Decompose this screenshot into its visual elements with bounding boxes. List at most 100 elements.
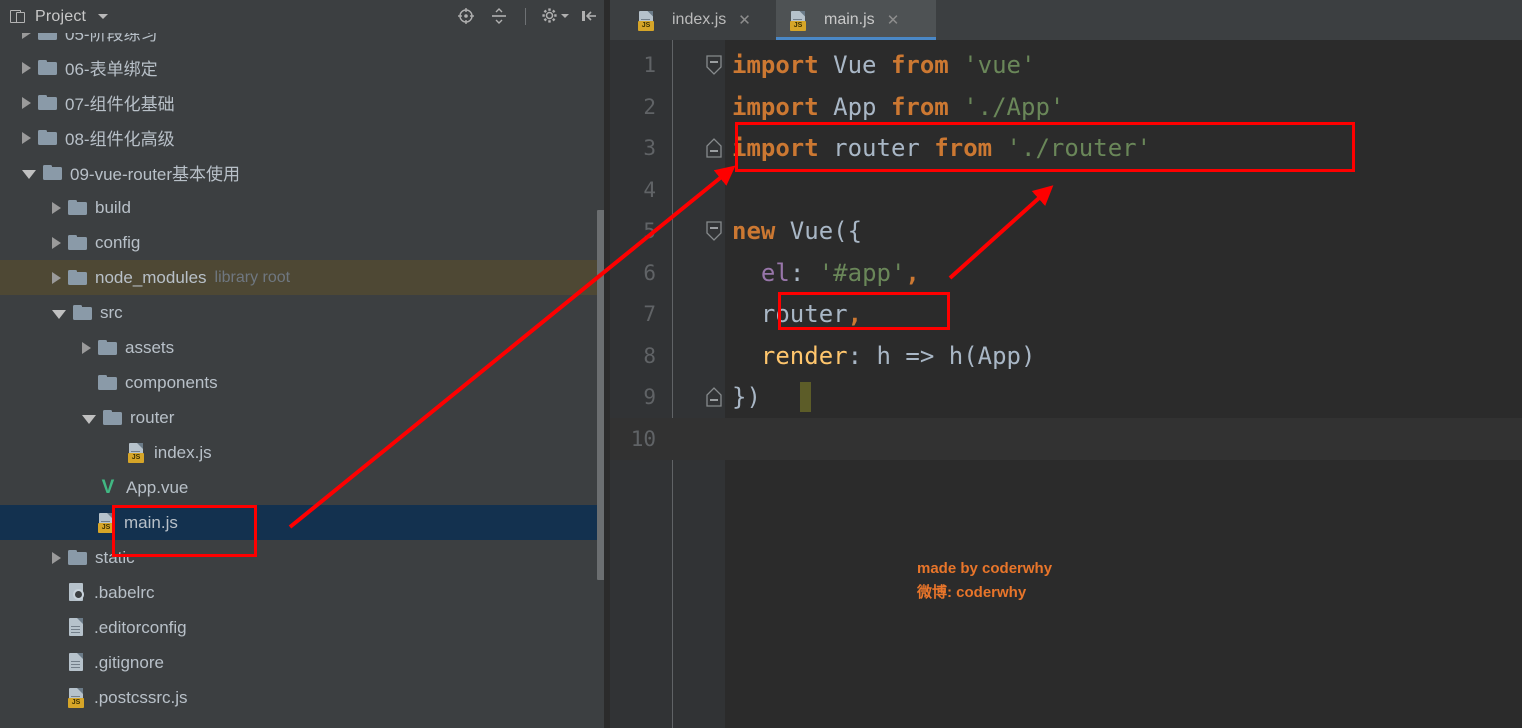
line-number: 1: [643, 53, 656, 77]
project-icon: [10, 9, 27, 25]
folder-icon: [43, 165, 62, 180]
close-icon[interactable]: ✕: [738, 13, 751, 28]
collapse-arrow-icon[interactable]: [52, 309, 66, 319]
collapse-arrow-icon[interactable]: [22, 169, 36, 179]
code-line[interactable]: 4: [610, 169, 1522, 211]
tree-row[interactable]: JS .postcssrc.js: [0, 680, 604, 715]
tree-row-label: App.vue: [126, 477, 189, 497]
tree-row-label: 08-组件化高级: [65, 130, 175, 149]
folder-icon: [38, 60, 57, 75]
close-icon[interactable]: ✕: [887, 13, 900, 28]
tree-row[interactable]: src: [0, 295, 604, 330]
tree-row-label: .postcssrc.js: [94, 687, 188, 707]
tree-row[interactable]: V App.vue: [0, 470, 604, 505]
code-token: new: [732, 217, 776, 245]
project-tree[interactable]: 05-阶段练习 06-表单绑定 07-组件化基础 08-组件化高级 09-vue-rou…: [0, 33, 610, 728]
tree-row[interactable]: build: [0, 190, 604, 225]
tree-row[interactable]: static: [0, 540, 604, 575]
code-text: import router from './router': [732, 134, 1151, 162]
tree-row[interactable]: 07-组件化基础: [0, 85, 604, 120]
locate-in-tree-icon[interactable]: [457, 7, 477, 27]
watermark: made by coderwhy 微博: coderwhy: [917, 557, 1052, 605]
tree-row[interactable]: 05-阶段练习: [0, 33, 604, 50]
code-fold-icon[interactable]: [704, 137, 724, 159]
ide-window: Project 05-阶段练习 06-表单绑定 07-组件化基础 08-组件化高…: [0, 0, 1522, 728]
collapse-arrow-icon[interactable]: [82, 414, 96, 424]
tree-row[interactable]: .gitignore: [0, 645, 604, 680]
folder-icon: [38, 33, 57, 40]
editor-tab-index-js[interactable]: JS index.js ✕: [624, 0, 776, 40]
code-fold-icon[interactable]: [704, 386, 724, 408]
tree-row-label: node_modules: [95, 267, 207, 287]
tree-row-label: 07-组件化基础: [65, 95, 175, 114]
text-file-icon: [68, 618, 86, 637]
folder-icon: [68, 235, 87, 250]
expand-arrow-icon[interactable]: [82, 341, 91, 354]
tree-row[interactable]: assets: [0, 330, 604, 365]
code-text: render: h => h(App): [732, 341, 1036, 370]
code-token: ,: [847, 300, 863, 328]
tree-row[interactable]: .editorconfig: [0, 610, 604, 645]
line-number: 2: [643, 94, 656, 119]
tree-row[interactable]: node_modules library root: [0, 260, 604, 295]
tree-row[interactable]: JS main.js: [0, 505, 604, 540]
code-line[interactable]: 6 el: '#app',: [610, 252, 1522, 294]
code-token: render: [760, 341, 848, 370]
code-fold-icon[interactable]: [704, 54, 724, 76]
js-file-icon: JS: [68, 688, 86, 708]
editor-tab-main-js[interactable]: JS main.js ✕: [776, 0, 936, 40]
tree-row[interactable]: .babelrc: [0, 575, 604, 610]
tree-row[interactable]: JS index.js: [0, 435, 604, 470]
code-editor[interactable]: 1 import Vue from 'vue' 2 import App from '…: [610, 40, 1522, 728]
code-content[interactable]: 1 import Vue from 'vue' 2 import App from '…: [610, 40, 1522, 728]
expand-arrow-icon[interactable]: [52, 271, 61, 284]
gear-icon[interactable]: [541, 7, 569, 27]
js-file-icon: JS: [98, 513, 116, 533]
tree-row[interactable]: config: [0, 225, 604, 260]
expand-arrow-icon[interactable]: [52, 201, 61, 214]
expand-arrow-icon[interactable]: [22, 131, 31, 144]
chevron-down-icon[interactable]: [98, 14, 109, 19]
code-line[interactable]: 7 router,: [610, 293, 1522, 335]
code-line[interactable]: 5 new Vue({: [610, 210, 1522, 252]
expand-arrow-icon[interactable]: [52, 236, 61, 249]
tree-row[interactable]: 09-vue-router基本使用: [0, 155, 604, 190]
expand-arrow-icon[interactable]: [22, 33, 31, 39]
code-text: el: '#app',: [732, 259, 920, 287]
tree-row-label: static: [95, 547, 135, 567]
expand-arrow-icon[interactable]: [52, 551, 61, 564]
line-number: 9: [643, 385, 656, 409]
folder-icon: [103, 410, 122, 425]
code-line[interactable]: 8 render: h => h(App): [610, 335, 1522, 377]
code-token: Vue({: [775, 217, 863, 245]
expand-arrow-icon[interactable]: [22, 96, 31, 109]
toolbar-separator: [525, 8, 526, 25]
collapse-all-icon[interactable]: [490, 7, 510, 27]
code-fold-icon[interactable]: [704, 220, 724, 242]
tree-row[interactable]: 08-组件化高级: [0, 120, 604, 155]
code-text: import App from './App': [732, 93, 1064, 121]
code-line[interactable]: 2 import App from './App': [610, 86, 1522, 128]
code-line[interactable]: 3 import router from './router': [610, 127, 1522, 169]
tree-row[interactable]: 06-表单绑定: [0, 50, 604, 85]
editor-tabbar: JS index.js ✕ JS main.js ✕: [610, 0, 1522, 40]
tree-row[interactable]: components: [0, 365, 604, 400]
code-line[interactable]: 10: [610, 418, 1522, 460]
hide-panel-icon[interactable]: [580, 7, 600, 27]
code-token: : h => h(App): [847, 341, 1036, 370]
code-token: import: [732, 51, 819, 79]
vue-file-icon: V: [101, 477, 115, 498]
code-token: './App': [963, 92, 1065, 121]
line-number: 10: [630, 426, 656, 451]
project-title-group[interactable]: Project: [0, 8, 109, 26]
tree-row-label: index.js: [154, 442, 212, 462]
code-line[interactable]: 9}): [610, 376, 1522, 418]
folder-icon: [38, 130, 57, 145]
code-line[interactable]: 1 import Vue from 'vue': [610, 44, 1522, 86]
tree-row[interactable]: router: [0, 400, 604, 435]
expand-arrow-icon[interactable]: [22, 61, 31, 74]
